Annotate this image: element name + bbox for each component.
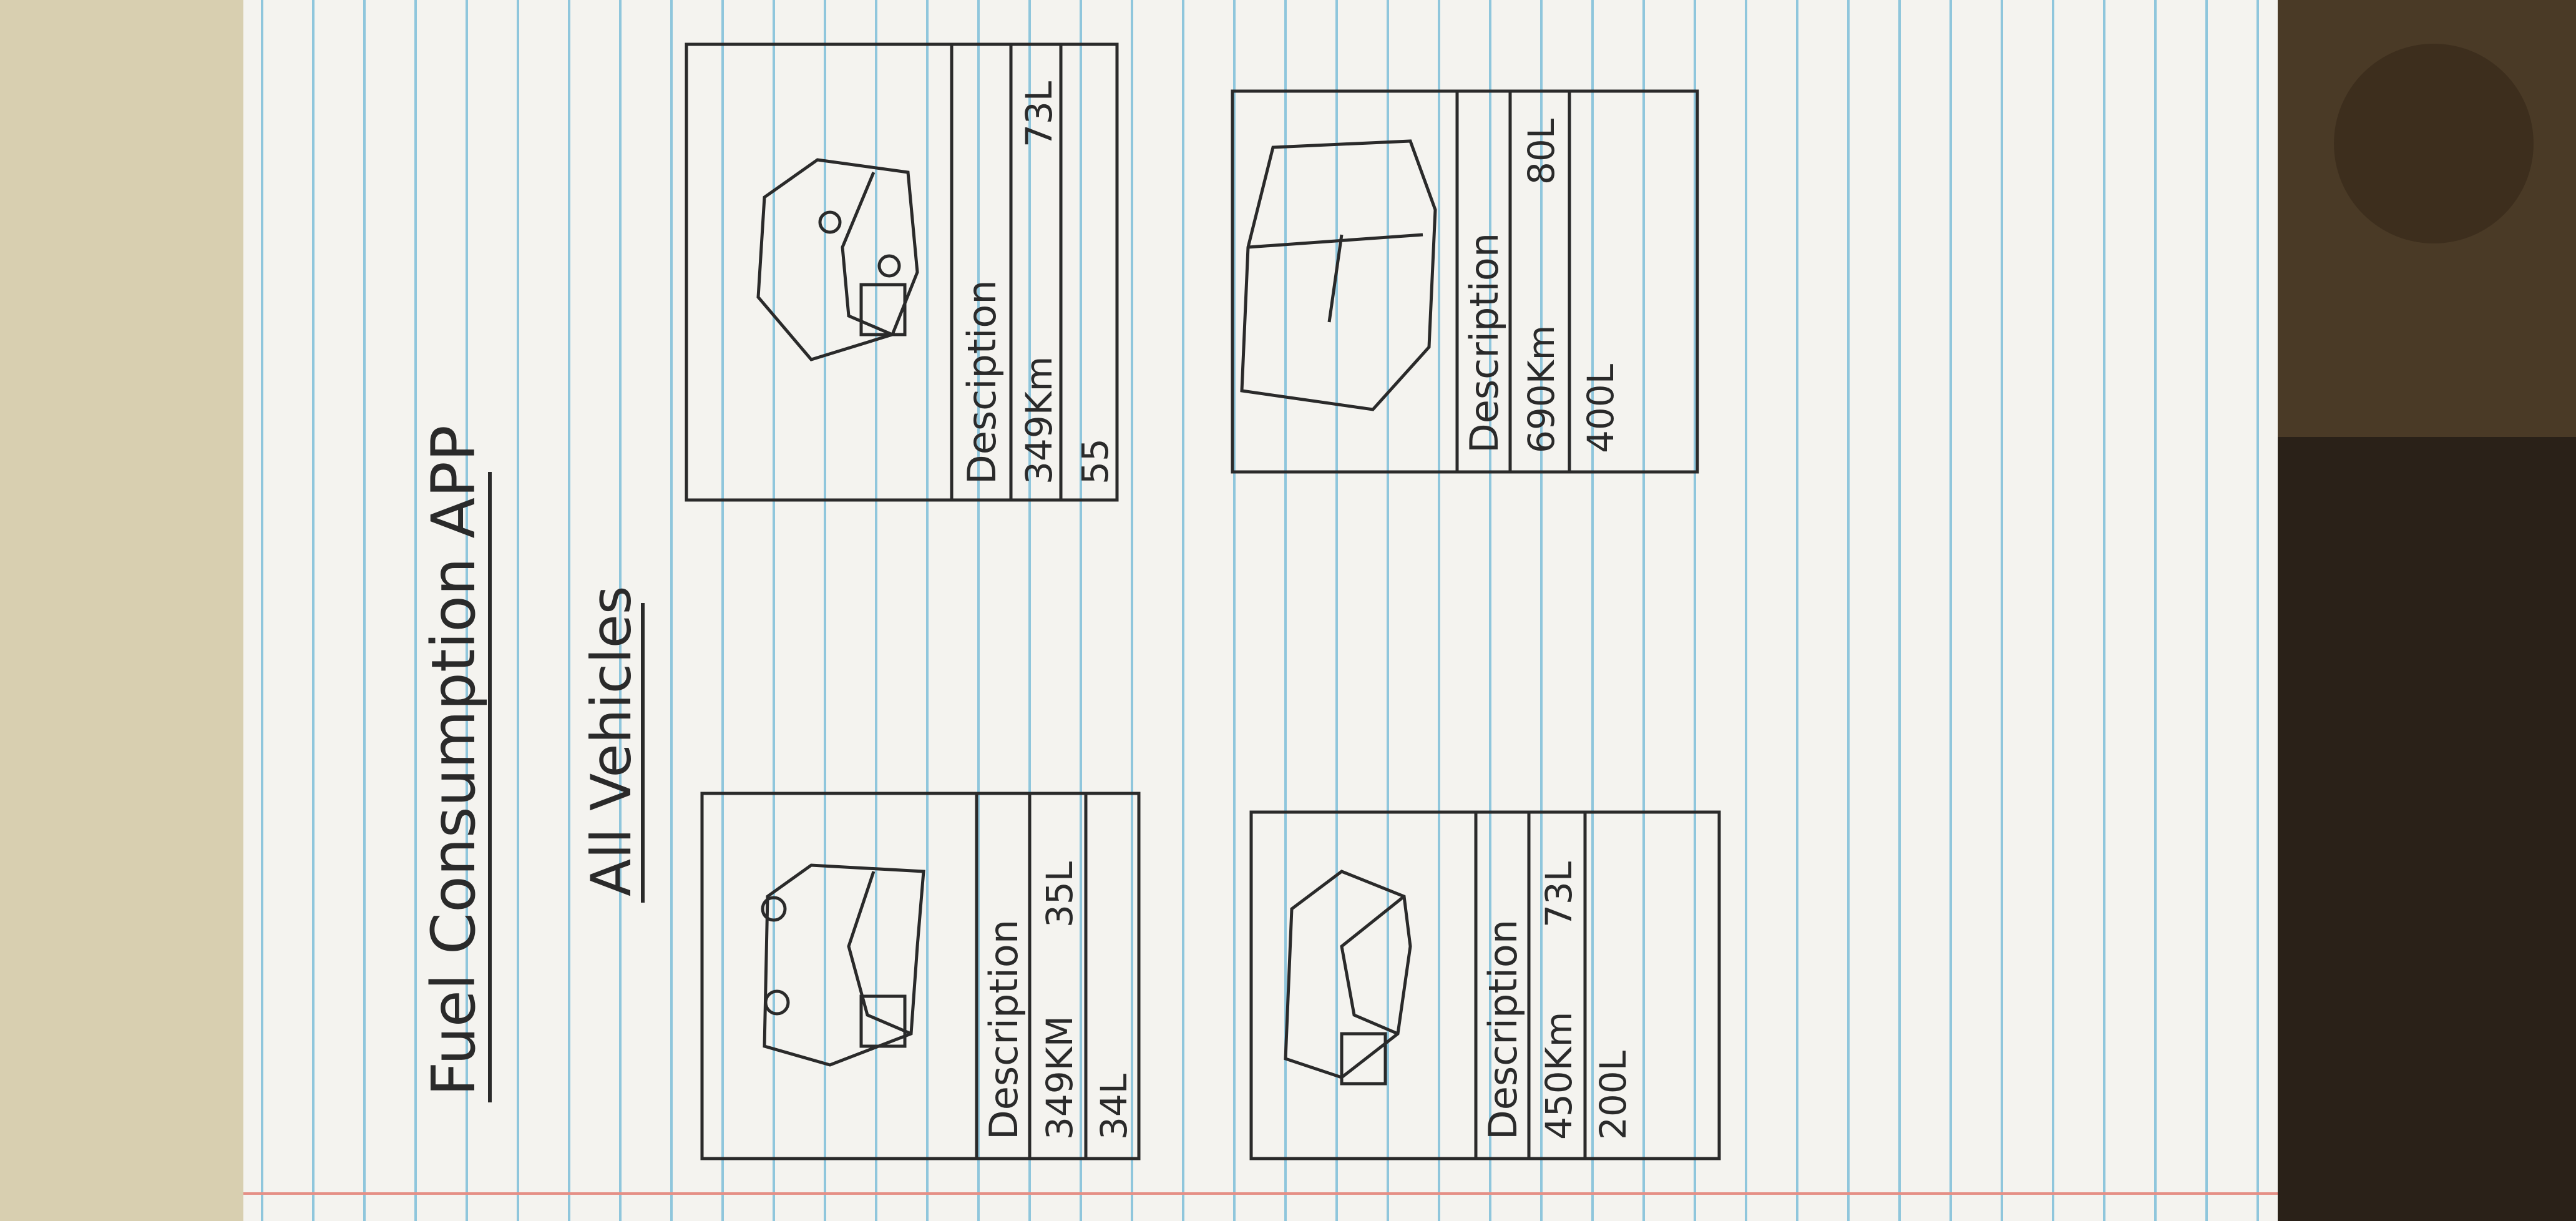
card-label: Description [1461, 233, 1507, 453]
card-fuel-a: 73L [1018, 81, 1060, 147]
sketch-photo: Fuel Consumption APP All Vehicles Descri… [0, 0, 2576, 1221]
dark-object [2334, 44, 2534, 243]
card-distance: 349Km [1018, 356, 1060, 484]
card-distance: 349KM [1038, 1016, 1081, 1140]
card-fuel-b: 55 [1074, 438, 1116, 484]
card-fuel-b: 200L [1592, 1051, 1634, 1140]
section-title: All Vehicles [579, 586, 643, 896]
paper-sheet [243, 0, 2278, 1221]
card-distance: 690Km [1520, 325, 1563, 453]
card-fuel-a: 35L [1038, 861, 1081, 928]
card-fuel-b: 400L [1579, 364, 1622, 453]
card-label: Desciption [959, 280, 1005, 484]
card-fuel-a: 80L [1520, 119, 1563, 185]
card-distance: 450Km [1538, 1012, 1580, 1140]
card-fuel-b: 34L [1093, 1074, 1135, 1140]
app-title: Fuel Consumption APP [419, 425, 489, 1096]
card-label: Description [981, 919, 1027, 1140]
card-fuel-a: 73L [1538, 861, 1580, 928]
card-label: Description [1480, 919, 1526, 1140]
